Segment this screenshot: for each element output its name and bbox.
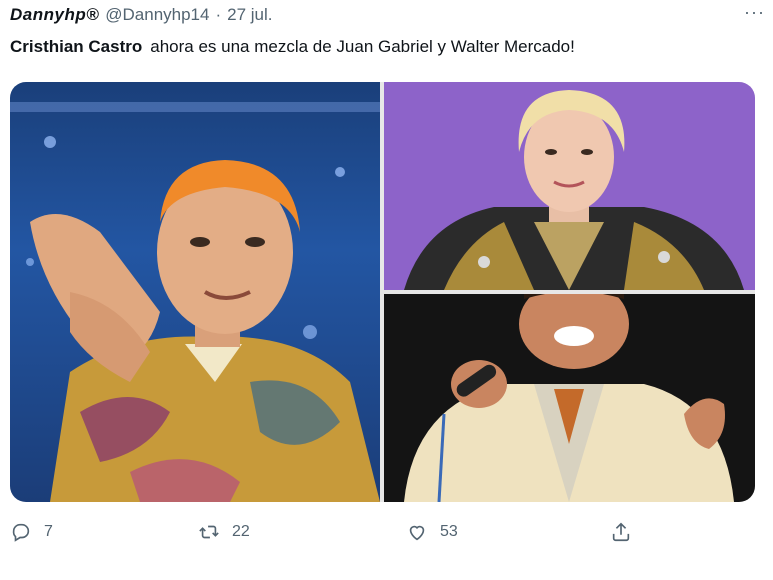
retweet-button[interactable]: 22 xyxy=(198,521,250,543)
tweet-timestamp[interactable]: 27 jul. xyxy=(227,5,272,25)
retweet-count: 22 xyxy=(232,523,250,540)
separator-dot: · xyxy=(215,5,222,24)
reply-icon xyxy=(12,523,30,542)
reply-count: 7 xyxy=(44,523,53,540)
like-count: 53 xyxy=(440,523,458,540)
tweet-text: Cristhian Castro ahora es una mezcla de J… xyxy=(10,36,763,58)
like-icon xyxy=(409,525,425,541)
more-icon[interactable]: ··· xyxy=(744,2,765,23)
author-display-name[interactable]: Dannyhp® xyxy=(10,5,99,25)
author-handle[interactable]: @Dannyhp14 xyxy=(105,5,209,25)
tweet-actions: 7 22 53 xyxy=(0,515,773,555)
like-button[interactable]: 53 xyxy=(406,521,458,543)
media-grid[interactable] xyxy=(10,82,755,502)
tweet-mention: Cristhian Castro xyxy=(10,37,143,56)
tweet-header: Dannyhp® @Dannyhp14 · 27 jul. xyxy=(10,4,763,26)
share-icon xyxy=(612,522,630,542)
tweet-body: ahora es una mezcla de Juan Gabriel y Wa… xyxy=(150,37,575,56)
photo-walter-mercado[interactable] xyxy=(384,82,755,290)
retweet-icon xyxy=(199,525,219,539)
reply-button[interactable]: 7 xyxy=(10,521,53,543)
share-button[interactable] xyxy=(610,521,632,543)
photo-cristhian-castro[interactable] xyxy=(10,82,380,502)
photo-juan-gabriel[interactable] xyxy=(384,294,755,502)
